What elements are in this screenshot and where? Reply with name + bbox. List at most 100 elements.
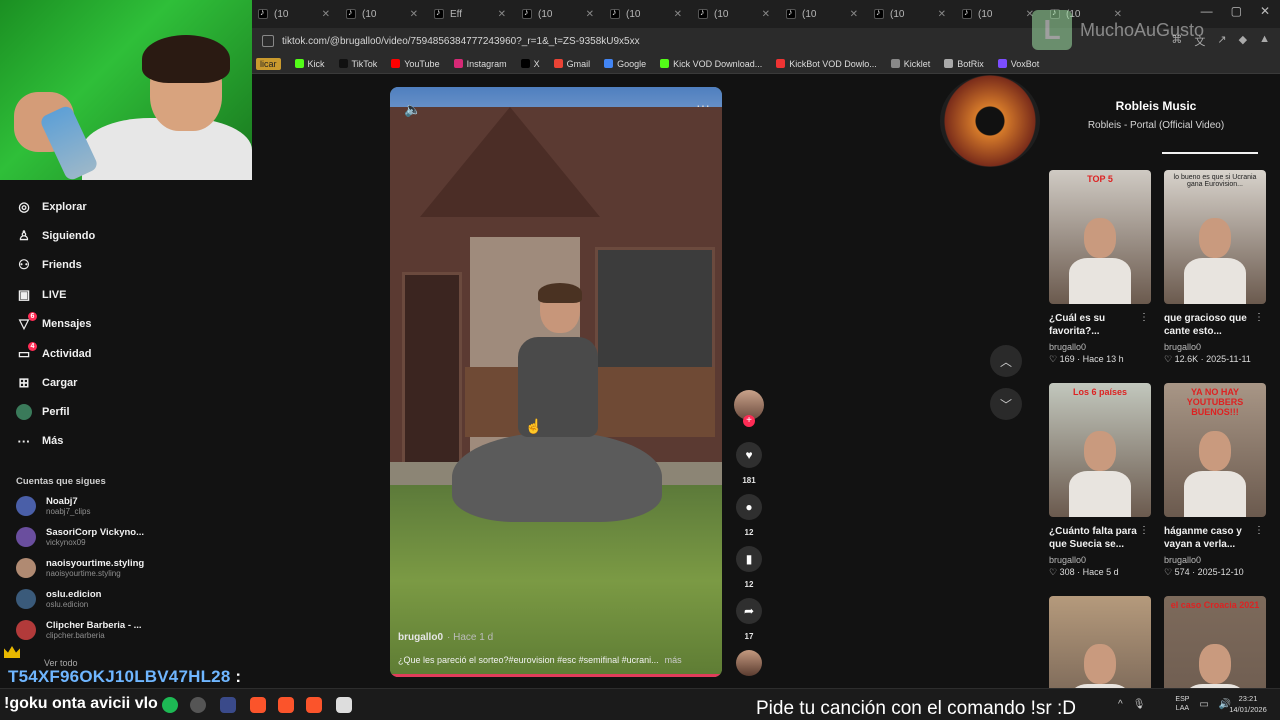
browser-tab[interactable]: (10✕ (692, 3, 776, 25)
network-icon[interactable]: ▭ (1199, 699, 1208, 710)
close-tab-icon[interactable]: ✕ (762, 9, 770, 20)
close-tab-icon[interactable]: ✕ (674, 9, 682, 20)
bookmark-item[interactable]: TikTok (338, 59, 377, 69)
tab-label: Eff (450, 8, 463, 20)
bookmark-item[interactable]: BotRix (944, 59, 984, 69)
close-tab-icon[interactable]: ✕ (586, 9, 594, 20)
close-tab-icon[interactable]: ✕ (410, 9, 418, 20)
following-account[interactable]: oslu.edicion oslu.edicion (16, 589, 101, 609)
video-author-name[interactable]: brugallo0 (398, 632, 443, 643)
bookmark-item[interactable]: Kick (294, 59, 325, 69)
sound-avatar[interactable] (736, 650, 762, 676)
tab-label: (10 (802, 8, 817, 20)
card-title[interactable]: que gracioso que cante esto... (1164, 312, 1266, 338)
nav-explorar[interactable]: ◎ Explorar (16, 199, 86, 215)
following-account[interactable]: SasoriCorp Vickyno... vickynox09 (16, 527, 144, 547)
obs-icon[interactable] (190, 697, 206, 713)
related-video-card[interactable]: Los 6 países ¿Cuánto falta para que Sueci… (1049, 383, 1151, 578)
browser-tab[interactable]: (10✕ (252, 3, 336, 25)
bookmark-item[interactable]: Kicklet (890, 59, 930, 69)
card-author[interactable]: brugallo0 (1164, 342, 1266, 352)
music-title[interactable]: Robleis Music (1040, 99, 1272, 113)
video-thumbnail[interactable]: Los 6 países (1049, 383, 1151, 517)
app-icon[interactable] (220, 697, 236, 713)
close-tab-icon[interactable]: ✕ (322, 9, 330, 20)
brave-icon[interactable] (278, 697, 294, 713)
language-indicator[interactable]: ESP LAA (1175, 695, 1189, 713)
nav-perfil[interactable]: Perfil (16, 404, 70, 420)
microphone-icon[interactable]: 🎙 (1133, 699, 1146, 710)
video-progress-bar[interactable] (390, 674, 722, 677)
spotify-icon[interactable] (162, 697, 178, 713)
nav-actividad[interactable]: ▭ 4 Actividad (16, 342, 92, 362)
card-more-icon[interactable]: ⋮ (1254, 312, 1264, 323)
nav-siguiendo[interactable]: ♙ Siguiendo (16, 228, 95, 244)
close-tab-icon[interactable]: ✕ (938, 9, 946, 20)
caption-more-link[interactable]: más (665, 655, 682, 665)
file-icon[interactable] (336, 697, 352, 713)
following-name: oslu.edicion (46, 589, 102, 600)
nav-cargar[interactable]: ⊞ Cargar (16, 375, 78, 391)
browser-tab[interactable]: (10✕ (956, 3, 1040, 25)
browser-tab[interactable]: (10✕ (604, 3, 688, 25)
nav-friends[interactable]: ⚇ Friends (16, 257, 82, 273)
card-title[interactable]: ¿Cuánto falta para que Suecia se... (1049, 525, 1151, 551)
nav-mensajes[interactable]: ▽ 6 Mensajes (16, 312, 92, 332)
related-video-card[interactable]: lo bueno es que si Ucrania gana Eurovisi… (1164, 170, 1266, 365)
brave-icon[interactable] (306, 697, 322, 713)
following-account[interactable]: Clipcher Barberia - ... clipcher.barberia (16, 620, 142, 640)
chevron-up-icon[interactable]: ^ (1118, 699, 1123, 710)
close-tab-icon[interactable]: ✕ (850, 9, 858, 20)
browser-tab[interactable]: Eff ✕ (428, 3, 512, 25)
system-clock[interactable]: 23:21 14/01/2026 (1222, 693, 1274, 715)
video-thumbnail[interactable]: lo bueno es que si Ucrania gana Eurovisi… (1164, 170, 1266, 304)
browser-tab[interactable]: (10✕ (868, 3, 952, 25)
card-author[interactable]: brugallo0 (1164, 555, 1266, 565)
related-video-card[interactable]: YA NO HAY YOUTUBERS BUENOS!!! háganme cas… (1164, 383, 1266, 578)
close-tab-icon[interactable]: ✕ (498, 9, 506, 20)
bookmark-item[interactable]: Google (604, 59, 646, 69)
bookmark-item[interactable]: KickBot VOD Dowlo... (776, 59, 877, 69)
card-more-icon[interactable]: ⋮ (1139, 525, 1149, 536)
card-author[interactable]: brugallo0 (1049, 342, 1151, 352)
like-button[interactable]: ♥ (736, 442, 762, 468)
related-video-card[interactable]: TOP 5 ¿Cuál es su favorita?... ⋮ brugallo0 ♡… (1049, 170, 1151, 365)
save-button[interactable]: ▮ (736, 546, 762, 572)
comment-button[interactable]: ● (736, 494, 762, 520)
browser-tab[interactable]: (10✕ (516, 3, 600, 25)
card-author[interactable]: brugallo0 (1049, 555, 1151, 565)
video-author[interactable]: brugallo0 · Hace 1 d (398, 632, 493, 643)
following-account[interactable]: naoisyourtime.styling naoisyourtime.styli… (16, 558, 144, 578)
bookmark-item[interactable]: licar (256, 57, 281, 70)
next-video-button[interactable]: ﹀ (990, 388, 1022, 420)
browser-tab[interactable]: (10 ✕ (780, 3, 864, 25)
video-thumbnail[interactable]: TOP 5 (1049, 170, 1151, 304)
url-text[interactable]: tiktok.com/@brugallo0/video/759485638477… (282, 36, 640, 47)
bookmark-item[interactable]: X (520, 59, 540, 69)
bookmark-item[interactable]: VoxBot (997, 59, 1039, 69)
card-title[interactable]: háganme caso y vayan a verla... (1164, 525, 1266, 551)
share-button[interactable]: ➦ (736, 598, 762, 624)
card-more-icon[interactable]: ⋮ (1139, 312, 1149, 323)
nav-mas[interactable]: ··· Más (16, 433, 64, 449)
url-field[interactable]: tiktok.com/@brugallo0/video/759485638477… (262, 31, 1161, 51)
nav-live[interactable]: ▣ LIVE (16, 287, 67, 303)
site-info-icon[interactable] (262, 35, 274, 47)
video-more-icon[interactable]: ··· (696, 97, 710, 113)
card-title[interactable]: ¿Cuál es su favorita?... (1049, 312, 1151, 338)
previous-video-button[interactable]: ︿ (990, 345, 1022, 377)
bookmark-item[interactable]: Kick VOD Download... (660, 59, 762, 69)
volume-icon[interactable]: 🔈 (404, 101, 421, 118)
brave-icon[interactable] (250, 697, 266, 713)
browser-tab[interactable]: (10✕ (340, 3, 424, 25)
card-more-icon[interactable]: ⋮ (1254, 525, 1264, 536)
video-thumbnail[interactable]: YA NO HAY YOUTUBERS BUENOS!!! (1164, 383, 1266, 517)
bookmark-item[interactable]: Instagram (453, 59, 507, 69)
video-player[interactable]: 🔈 ··· brugallo0 · Hace 1 d ¿Que les parec… (390, 87, 722, 677)
music-disc[interactable] (940, 75, 1040, 167)
follow-plus-icon[interactable]: + (743, 415, 755, 427)
bookmark-item[interactable]: YouTube (391, 59, 440, 69)
bookmark-item[interactable]: Gmail (553, 59, 590, 69)
following-account[interactable]: Noabj7 noabj7_clips (16, 496, 90, 516)
following-handle: naoisyourtime.styling (46, 569, 121, 578)
